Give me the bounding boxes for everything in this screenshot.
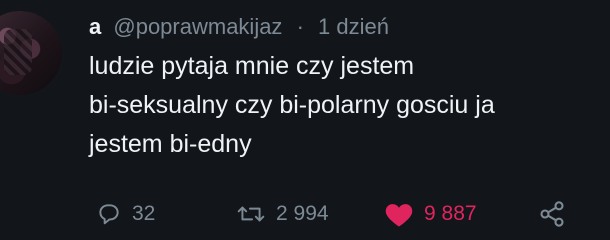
tweet-header: a @poprawmakijaz · 1 dzień	[89, 12, 389, 42]
like-count: 9 887	[424, 202, 477, 225]
retweet-icon	[236, 201, 266, 227]
share-icon	[538, 200, 566, 228]
tweet-text-line: ludzie pytaja mnie czy jestem	[89, 52, 415, 80]
like-button[interactable]: 9 887	[384, 196, 477, 232]
avatar[interactable]	[0, 11, 62, 95]
tweet-text-line: jestem bi-edny	[89, 130, 252, 158]
share-button[interactable]	[538, 196, 566, 232]
tweet-time[interactable]: 1 dzień	[318, 14, 389, 39]
author-name[interactable]: a	[89, 14, 101, 39]
tweet-text-line: bi-seksualny czy bi-polarny gosciu ja	[89, 91, 495, 119]
author-handle[interactable]: @poprawmakijaz	[113, 14, 282, 39]
retweet-button[interactable]: 2 994	[236, 196, 329, 232]
tweet-text: ludzie pytaja mnie czy jestem bi-seksual…	[89, 47, 601, 164]
reply-icon	[96, 201, 122, 227]
tweet-actions: 32 2 994 9 887	[96, 196, 596, 232]
reply-button[interactable]: 32	[96, 196, 155, 232]
heart-icon	[384, 200, 414, 228]
tweet-card: a @poprawmakijaz · 1 dzień ludzie pytaja…	[0, 0, 610, 240]
retweet-count: 2 994	[276, 202, 329, 225]
header-separator: ·	[296, 14, 304, 39]
reply-count: 32	[132, 202, 156, 225]
